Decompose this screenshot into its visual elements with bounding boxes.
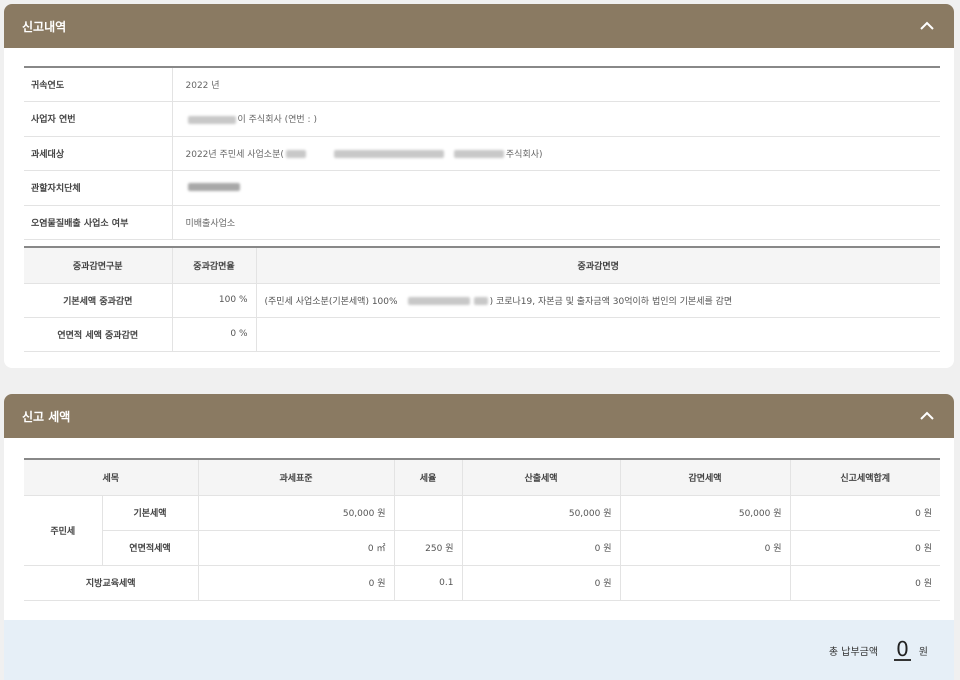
table-row: 주민세 기본세액 50,000 원 50,000 원 50,000 원 0 원 — [24, 495, 940, 566]
table-row: 귀속연도 2022 년 — [24, 67, 940, 102]
field-value-text: 주식회사) — [505, 149, 543, 160]
total-payment-label: 총 납부금액 — [828, 646, 879, 658]
column-header: 세목 — [24, 459, 198, 496]
redacted-text — [187, 183, 240, 192]
tax-rate: 250 원 — [393, 530, 462, 566]
table-row: 지방교육세액 0 원 0.1 0 원 0 원 — [24, 565, 940, 601]
reduction-name-text: ) 코로나19, 자본금 및 출자금액 30억이하 법인의 기본세를 감면 — [489, 296, 733, 307]
field-value-text: 이 주식회사 (연번 : ) — [237, 115, 317, 126]
redacted-text — [187, 115, 236, 124]
tax-panel-header[interactable]: 신고 세액 — [4, 394, 954, 438]
reduction-type: 기본세액 중과감면 — [24, 283, 172, 318]
tax-group: 주민세 — [24, 495, 102, 566]
table-row: 기본세액 중과감면 100 % (주민세 사업소분(기본세액) 100% ) 코로… — [24, 283, 940, 318]
field-value: 이 주식회사 (연번 : ) — [171, 101, 940, 137]
field-label: 귀속연도 — [24, 67, 172, 102]
tax-calculated: 50,000 원 — [461, 495, 620, 531]
column-header: 중과감면율 — [171, 247, 256, 284]
reduction-rate: 100 % — [171, 283, 256, 318]
tax-rate: 0.1 — [393, 565, 462, 601]
report-panel-title: 신고내역 — [22, 19, 67, 34]
column-header: 세율 — [393, 459, 462, 496]
field-value — [171, 170, 940, 206]
field-value: 미배출사업소 — [171, 205, 940, 240]
table-header-row: 세목 과세표준 세율 산출세액 감면세액 신고세액합계 — [24, 459, 940, 496]
table-row: 연면적세액 0 ㎡ 250 원 0 원 0 원 0 원 — [24, 530, 940, 566]
tax-base: 0 원 — [197, 565, 394, 601]
column-header: 과세표준 — [197, 459, 394, 496]
tax-calculated: 0 원 — [461, 565, 620, 601]
field-label: 관할자치단체 — [24, 170, 172, 206]
tax-base: 50,000 원 — [197, 495, 394, 531]
tax-total: 0 원 — [789, 530, 940, 566]
tax-total: 0 원 — [789, 565, 940, 601]
tax-calculated: 0 원 — [461, 530, 620, 566]
reduction-name: (주민세 사업소분(기본세액) 100% ) 코로나19, 자본금 및 출자금액 … — [255, 283, 940, 318]
reduction-table: 중과감면구분 중과감면율 중과감면명 기본세액 중과감면 100 % (주민세 … — [24, 246, 940, 352]
tax-rate — [393, 495, 462, 531]
chevron-up-icon[interactable] — [918, 407, 936, 425]
redacted-text — [453, 150, 504, 159]
tax-reduction: 0 원 — [619, 530, 790, 566]
tax-base: 0 ㎡ — [197, 530, 394, 566]
tax-table: 세목 과세표준 세율 산출세액 감면세액 신고세액합계 주민세 기본세액 50,… — [24, 458, 940, 601]
table-row: 사업자 연번 이 주식회사 (연번 : ) — [24, 101, 940, 137]
field-label: 사업자 연번 — [24, 101, 172, 137]
column-header: 감면세액 — [619, 459, 790, 496]
field-value: 2022년 주민세 사업소분( 주식회사) — [171, 136, 940, 171]
tax-panel: 신고 세액 세목 과세표준 세율 산출세액 감면세액 신고세액합계 주민세 기본… — [4, 394, 954, 680]
tax-reduction: 50,000 원 — [619, 495, 790, 531]
redacted-text — [285, 150, 306, 159]
column-header: 신고세액합계 — [789, 459, 940, 496]
report-panel: 신고내역 귀속연도 2022 년 사업자 연번 이 주식회사 (연번 : ) 과… — [4, 4, 954, 368]
column-header: 산출세액 — [461, 459, 620, 496]
reduction-name — [255, 317, 940, 352]
report-info-table: 귀속연도 2022 년 사업자 연번 이 주식회사 (연번 : ) 과세대상 2… — [24, 66, 940, 240]
field-label: 오염물질배출 사업소 여부 — [24, 205, 172, 240]
table-row: 연면적 세액 중과감면 0 % — [24, 317, 940, 352]
tax-item: 연면적세액 — [101, 530, 198, 566]
tax-item: 지방교육세액 — [24, 565, 198, 601]
reduction-type: 연면적 세액 중과감면 — [24, 317, 172, 352]
field-value: 2022 년 — [171, 67, 940, 102]
reduction-rate: 0 % — [171, 317, 256, 352]
reduction-name-text: (주민세 사업소분(기본세액) 100% — [264, 296, 398, 307]
total-payment-unit: 원 — [918, 646, 928, 658]
table-row: 오염물질배출 사업소 여부 미배출사업소 — [24, 205, 940, 240]
table-header-row: 중과감면구분 중과감면율 중과감면명 — [24, 247, 940, 284]
table-row: 과세대상 2022년 주민세 사업소분( 주식회사) — [24, 136, 940, 171]
redacted-text — [333, 150, 444, 159]
chevron-up-icon[interactable] — [918, 17, 936, 35]
tax-panel-title: 신고 세액 — [22, 409, 71, 424]
table-row: 관할자치단체 — [24, 170, 940, 206]
tax-item: 기본세액 — [101, 495, 198, 531]
total-payment-value: 0 — [894, 637, 911, 661]
field-label: 과세대상 — [24, 136, 172, 171]
field-value-text: 2022년 주민세 사업소분( — [185, 149, 284, 160]
tax-total: 0 원 — [789, 495, 940, 531]
tax-reduction — [619, 565, 790, 601]
total-payment-bar: 총 납부금액 0 원 — [4, 620, 954, 680]
column-header: 중과감면명 — [255, 247, 940, 284]
column-header: 중과감면구분 — [24, 247, 172, 284]
redacted-text — [473, 297, 488, 305]
report-panel-header[interactable]: 신고내역 — [4, 4, 954, 48]
redacted-text — [407, 297, 470, 305]
